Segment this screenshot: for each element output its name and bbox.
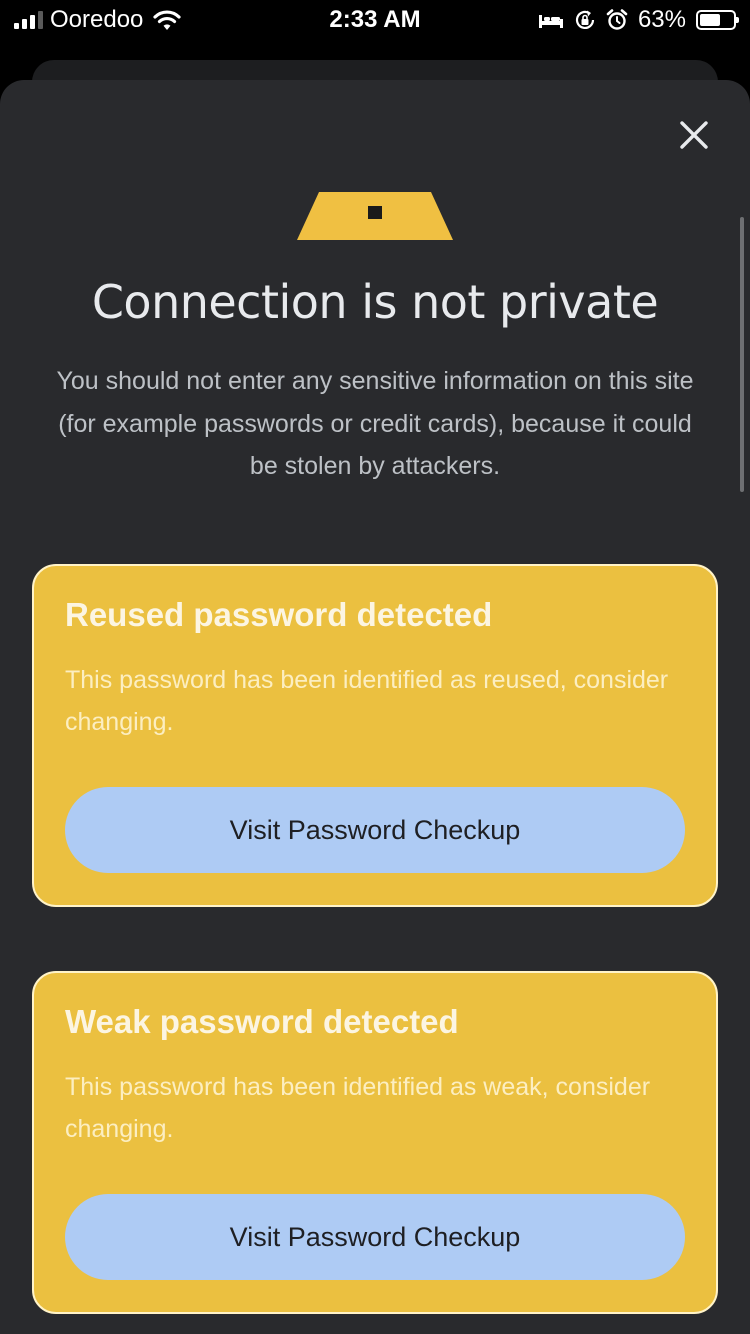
reused-password-card: Reused password detected This password h… [32, 564, 718, 907]
card-title: Weak password detected [65, 1003, 459, 1040]
close-icon [680, 121, 708, 149]
close-button[interactable] [664, 110, 724, 160]
security-warning-sheet: Connection is not private You should not… [0, 80, 750, 1334]
warning-triangle-icon [297, 192, 453, 240]
visit-password-checkup-button[interactable]: Visit Password Checkup [65, 787, 685, 873]
card-body: This password has been identified as wea… [65, 1073, 651, 1143]
battery-icon [696, 10, 739, 30]
battery-percentage: 63% [637, 6, 686, 33]
status-bar-left: Ooredoo [14, 0, 182, 40]
scrollbar[interactable] [740, 217, 744, 492]
wifi-icon [153, 10, 182, 30]
dialog-title: Connection is not private [91, 275, 659, 329]
alarm-icon [606, 9, 628, 30]
dialog-description: You should not enter any sensitive infor… [56, 367, 694, 480]
status-bar-right: 63% [538, 0, 739, 40]
visit-password-checkup-button[interactable]: Visit Password Checkup [65, 1194, 685, 1280]
carrier-name: Ooredoo [50, 6, 144, 33]
orientation-lock-icon [575, 10, 595, 29]
card-title: Reused password detected [65, 596, 493, 633]
status-bar: Ooredoo 2:33 AM 63% [0, 0, 750, 40]
battery-fill [700, 14, 720, 26]
bed-icon [538, 15, 563, 28]
weak-password-card: Weak password detected This password has… [32, 971, 718, 1314]
signal-icon [14, 11, 43, 29]
card-body: This password has been identified as reu… [65, 666, 669, 736]
